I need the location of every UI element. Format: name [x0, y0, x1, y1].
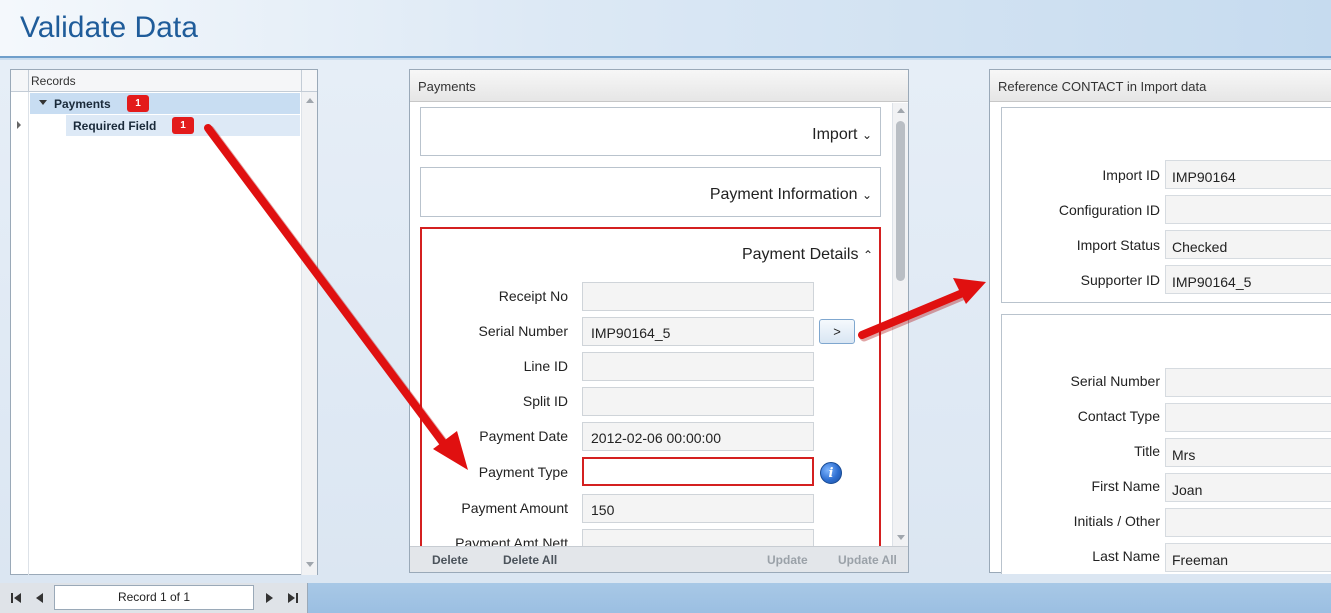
- split-id-label: Split ID: [522, 393, 568, 409]
- scroll-up-icon[interactable]: [306, 98, 314, 103]
- records-header-scroll-cap: [301, 70, 317, 91]
- tree-node-label: Required Field: [73, 119, 157, 133]
- reference-group-import: Import ID IMP90164 Configuration ID Impo…: [1001, 107, 1331, 303]
- update-button[interactable]: Update: [767, 553, 808, 567]
- ref-serial-number-field[interactable]: [1165, 368, 1331, 397]
- update-all-button[interactable]: Update All: [838, 553, 897, 567]
- next-record-button[interactable]: [258, 585, 282, 610]
- serial-number-label: Serial Number: [478, 323, 568, 339]
- payment-type-input[interactable]: [582, 457, 814, 486]
- payment-amount-label: Payment Amount: [461, 500, 568, 516]
- scroll-down-icon[interactable]: [897, 535, 905, 540]
- section-payment-details: Payment Details ⌃ Receipt No Serial Numb…: [420, 227, 881, 546]
- chevron-down-icon: ⌄: [861, 188, 872, 202]
- first-name-label: First Name: [1091, 478, 1160, 494]
- payment-type-label: Payment Type: [478, 464, 568, 480]
- first-record-icon: [11, 593, 13, 603]
- last-record-arrow-icon: [288, 593, 295, 603]
- tree-node-label: Payments: [54, 97, 111, 111]
- payment-date-label: Payment Date: [479, 428, 568, 444]
- import-id-field[interactable]: IMP90164: [1165, 160, 1331, 189]
- section-payment-details-header[interactable]: Payment Details ⌃: [742, 246, 873, 264]
- receipt-no-input[interactable]: [582, 282, 814, 311]
- last-record-icon: [296, 593, 298, 603]
- title-label: Title: [1134, 443, 1160, 459]
- record-navigator: Record 1 of 1: [0, 583, 308, 613]
- last-name-field[interactable]: Freeman: [1165, 543, 1331, 572]
- records-header: Records: [11, 70, 317, 92]
- payments-panel-title: Payments: [410, 70, 908, 102]
- split-id-input[interactable]: [582, 387, 814, 416]
- import-status-label: Import Status: [1076, 237, 1160, 253]
- configuration-id-label: Configuration ID: [1058, 202, 1160, 218]
- expand-down-icon[interactable]: [39, 100, 47, 105]
- section-import-header[interactable]: Import ⌄: [812, 126, 872, 144]
- reference-contact-panel: Reference CONTACT in Import data Import …: [989, 69, 1331, 574]
- section-payment-information[interactable]: Payment Information ⌄: [420, 167, 881, 217]
- reference-group-contact: Serial Number Contact Type Title Mrs Fir…: [1001, 314, 1331, 574]
- page-title: Validate Data: [20, 11, 198, 44]
- section-payment-information-header[interactable]: Payment Information ⌄: [710, 186, 872, 204]
- records-header-gutter: [11, 70, 29, 91]
- initials-other-label: Initials / Other: [1073, 513, 1160, 529]
- app-header: Validate Data: [0, 0, 1331, 58]
- payment-date-input[interactable]: 2012-02-06 00:00:00: [582, 422, 814, 451]
- scroll-up-icon[interactable]: [897, 108, 905, 113]
- last-record-button[interactable]: [282, 585, 306, 610]
- line-id-label: Line ID: [523, 358, 568, 374]
- delete-button[interactable]: Delete: [432, 553, 468, 567]
- section-import[interactable]: Import ⌄: [420, 107, 881, 156]
- first-record-button[interactable]: [4, 585, 28, 610]
- title-field[interactable]: Mrs: [1165, 438, 1331, 467]
- payments-scrollbar[interactable]: [892, 103, 908, 546]
- ref-serial-number-label: Serial Number: [1070, 373, 1160, 389]
- contact-type-label: Contact Type: [1077, 408, 1160, 424]
- line-id-input[interactable]: [582, 352, 814, 381]
- supporter-id-label: Supporter ID: [1080, 272, 1160, 288]
- error-count-badge: 1: [127, 95, 149, 112]
- go-to-reference-button[interactable]: >: [819, 319, 855, 344]
- previous-record-button[interactable]: [28, 585, 52, 610]
- serial-number-input[interactable]: IMP90164_5: [582, 317, 814, 346]
- status-bar: Record 1 of 1: [0, 583, 1331, 613]
- delete-all-button[interactable]: Delete All: [503, 553, 557, 567]
- error-count-badge: 1: [172, 117, 194, 134]
- first-name-field[interactable]: Joan: [1165, 473, 1331, 502]
- previous-arrow-icon: [36, 593, 43, 603]
- supporter-id-field[interactable]: IMP90164_5: [1165, 265, 1331, 294]
- receipt-no-label: Receipt No: [498, 288, 568, 304]
- tree-node-payments[interactable]: Payments 1: [30, 93, 300, 114]
- record-counter: Record 1 of 1: [54, 585, 254, 610]
- initials-other-field[interactable]: [1165, 508, 1331, 537]
- tree-gutter: [11, 92, 29, 575]
- info-icon[interactable]: i: [820, 462, 842, 484]
- payments-action-bar: Delete Delete All Update Update All: [410, 546, 908, 572]
- last-name-label: Last Name: [1092, 548, 1160, 564]
- payment-amt-nett-input[interactable]: [582, 529, 814, 546]
- workspace: Records Payments 1 Required Field 1 Paym…: [0, 60, 1331, 583]
- first-record-arrow-icon: [14, 593, 21, 603]
- section-title: Payment Information: [709, 186, 858, 203]
- records-scrollbar[interactable]: [301, 92, 317, 575]
- scroll-down-icon[interactable]: [306, 562, 314, 567]
- reference-panel-title: Reference CONTACT in Import data: [990, 70, 1331, 102]
- row-expander-right-icon[interactable]: [17, 121, 21, 129]
- configuration-id-field[interactable]: [1165, 195, 1331, 224]
- chevron-up-icon: ⌃: [862, 248, 873, 262]
- records-panel: Records Payments 1 Required Field 1: [10, 69, 318, 575]
- import-status-field[interactable]: Checked: [1165, 230, 1331, 259]
- payment-amt-nett-label: Payment Amt Nett: [455, 535, 568, 546]
- contact-type-field[interactable]: [1165, 403, 1331, 432]
- section-title: Import: [812, 126, 858, 143]
- next-arrow-icon: [266, 593, 273, 603]
- records-header-label: Records: [31, 74, 76, 88]
- scroll-thumb[interactable]: [896, 121, 905, 281]
- payment-amount-input[interactable]: 150: [582, 494, 814, 523]
- tree-node-required-field[interactable]: Required Field 1: [66, 115, 300, 136]
- section-title: Payment Details: [741, 246, 859, 263]
- chevron-down-icon: ⌄: [861, 128, 872, 142]
- import-id-label: Import ID: [1102, 167, 1160, 183]
